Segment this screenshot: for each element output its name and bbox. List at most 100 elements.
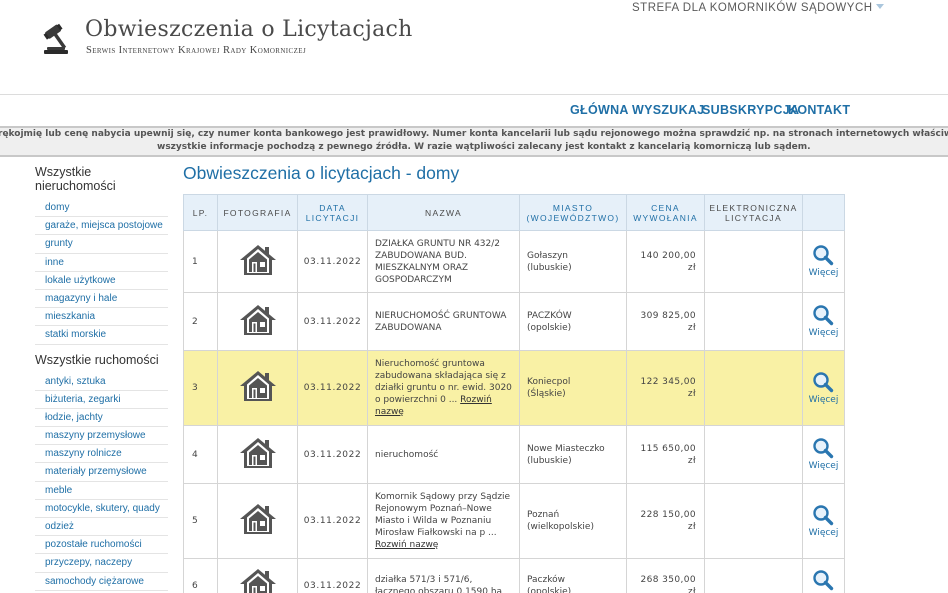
sidebar-item-ruchomosci[interactable]: motocykle, skutery, quady	[35, 500, 168, 518]
sidebar-item-nieruchomosci[interactable]: magazyny i hale	[35, 290, 168, 309]
cell-photo[interactable]	[217, 292, 298, 351]
cell-photo[interactable]	[217, 483, 298, 559]
cell-date: 03.11.2022	[297, 350, 368, 426]
cell-miasto: Gołaszyn (lubuskie)	[519, 230, 627, 293]
sidebar-item-nieruchomosci[interactable]: lokale użytkowe	[35, 272, 168, 290]
main-nav: GŁÓWNA WYSZUKAJ SUBSKRYPCJA KONTAKT	[0, 96, 948, 126]
cell-more[interactable]: Więcej	[802, 483, 845, 559]
more-label[interactable]: Więcej	[809, 328, 839, 338]
sidebar-item-ruchomosci[interactable]: antyki, sztuka	[35, 373, 168, 391]
more-label[interactable]: Więcej	[809, 268, 839, 278]
nazwa-text: nieruchomość	[375, 449, 439, 460]
sidebar-item-nieruchomosci[interactable]: mieszkania	[35, 308, 168, 327]
sidebar-heading-ruchomosci[interactable]: Wszystkie ruchomości	[35, 353, 168, 367]
house-icon[interactable]	[238, 369, 278, 407]
house-icon[interactable]	[238, 567, 278, 593]
cell-cena: 115 650,00 zł	[626, 425, 705, 484]
nav-wyszukaj[interactable]: WYSZUKAJ	[632, 103, 705, 117]
col-header-data[interactable]: Data licytacji	[297, 194, 368, 231]
sidebar-item-ruchomosci[interactable]: meble	[35, 482, 168, 500]
cell-more[interactable]: Więcej	[802, 230, 845, 293]
cell-cena: 122 345,00 zł	[626, 350, 705, 426]
gavel-icon[interactable]	[40, 19, 80, 59]
more-button[interactable]: Więcej	[809, 437, 839, 472]
house-icon[interactable]	[238, 243, 278, 281]
sidebar-item-nieruchomosci[interactable]: grunty	[35, 235, 168, 254]
cell-elektroniczna	[704, 483, 803, 559]
sidebar-item-ruchomosci[interactable]: biżuteria, zegarki	[35, 391, 168, 409]
cell-more[interactable]: Więcej	[802, 558, 845, 593]
sidebar-item-nieruchomosci[interactable]: statki morskie	[35, 326, 168, 345]
col-header-fotografia: Fotografia	[217, 194, 298, 231]
nazwa-text: NIERUCHOMOŚĆ GRUNTOWA ZABUDOWANA	[375, 310, 507, 333]
cell-photo[interactable]	[217, 230, 298, 293]
magnifier-icon[interactable]	[809, 244, 839, 266]
sidebar-item-ruchomosci[interactable]: przyczepy, naczepy	[35, 554, 168, 573]
cell-more[interactable]: Więcej	[802, 292, 845, 351]
more-button[interactable]: Więcej	[809, 304, 839, 339]
sidebar-item-ruchomosci[interactable]: odzież	[35, 518, 168, 537]
table-row[interactable]: 1 03.11.2022 DZIAŁKA GRUNTU NR 432/2 ZABUD…	[183, 230, 845, 293]
nieruchomosci-list: domy garaże, miejsca postojowe grunty inne l…	[35, 199, 168, 345]
col-header-cena[interactable]: Cena wywołania	[626, 194, 705, 231]
magnifier-icon[interactable]	[809, 371, 839, 393]
more-button[interactable]: Więcej	[809, 244, 839, 279]
table-row[interactable]: 6 03.11.2022 działka 571/3 i 571/6, łączne…	[183, 558, 845, 593]
notice-text-line1: rękojmię lub cenę nabycia upewnij się, c…	[0, 129, 948, 139]
warning-notice: rękojmię lub cenę nabycia upewnij się, c…	[0, 126, 948, 157]
more-button[interactable]: Więcej	[809, 569, 839, 593]
site-title[interactable]: Obwieszczenia o Licytacjach	[85, 17, 413, 42]
table-row[interactable]: 3 03.11.2022 Nieruchomość gruntowa zabudow…	[183, 350, 845, 426]
cell-photo[interactable]	[217, 350, 298, 426]
wojewodztwo-name: (lubuskie)	[527, 262, 572, 273]
nav-kontakt[interactable]: KONTAKT	[788, 103, 850, 117]
rozwin-nazwe-link[interactable]: Rozwiń nazwę	[375, 540, 438, 550]
nazwa-text: DZIAŁKA GRUNTU NR 432/2 ZABUDOWANA BUD. …	[375, 238, 501, 285]
sidebar-item-ruchomosci[interactable]: pozostałe ruchomości	[35, 536, 168, 555]
magnifier-icon[interactable]	[809, 569, 839, 591]
magnifier-icon[interactable]	[809, 304, 839, 326]
more-button[interactable]: Więcej	[809, 504, 839, 539]
col-header-miasto[interactable]: Miasto (województwo)	[519, 194, 627, 231]
table-row[interactable]: 4 03.11.2022 nieruchomość Nowe Miasteczko (l…	[183, 425, 845, 484]
sidebar-item-nieruchomosci[interactable]: garaże, miejsca postojowe	[35, 217, 168, 236]
table-header-row: Lp. Fotografia Data licytacji Nazwa Mias…	[183, 194, 845, 231]
magnifier-icon[interactable]	[809, 437, 839, 459]
ruchomosci-list: antyki, sztuka biżuteria, zegarki łodzie, …	[35, 373, 168, 591]
table-row[interactable]: 2 03.11.2022 NIERUCHOMOŚĆ GRUNTOWA ZABUDOW…	[183, 292, 845, 351]
more-button[interactable]: Więcej	[809, 371, 839, 406]
sidebar-heading-nieruchomosci[interactable]: Wszystkie nieruchomości	[35, 165, 168, 193]
nav-subskrypcja[interactable]: SUBSKRYPCJA	[702, 103, 799, 117]
col-header-elektroniczna: Elektroniczna licytacja	[704, 194, 803, 231]
sidebar-item-ruchomosci[interactable]: samochody ciężarowe	[35, 573, 168, 591]
sidebar-item-ruchomosci[interactable]: maszyny rolnicze	[35, 445, 168, 464]
more-label[interactable]: Więcej	[809, 528, 839, 538]
house-icon[interactable]	[238, 436, 278, 474]
sidebar-item-nieruchomosci[interactable]: domy	[35, 199, 168, 218]
magnifier-icon[interactable]	[809, 504, 839, 526]
table-row[interactable]: 5 03.11.2022 Komornik Sądowy przy Sądzie R…	[183, 483, 845, 559]
house-icon[interactable]	[238, 502, 278, 540]
cell-photo[interactable]	[217, 425, 298, 484]
sidebar-item-ruchomosci[interactable]: łodzie, jachty	[35, 409, 168, 428]
col-header-lp: Lp.	[183, 194, 218, 231]
cell-more[interactable]: Więcej	[802, 425, 845, 484]
cell-nazwa: Nieruchomość gruntowa zabudowana składaj…	[367, 350, 520, 426]
cell-miasto: Koniecpol (Śląskie)	[519, 350, 627, 426]
strefa-label: STREFA DLA KOMORNIKÓW SĄDOWYCH	[632, 2, 873, 14]
cell-photo[interactable]	[217, 558, 298, 593]
nav-glowna[interactable]: GŁÓWNA	[570, 103, 629, 117]
sidebar-item-ruchomosci[interactable]: maszyny przemysłowe	[35, 427, 168, 446]
cell-miasto: Paczków (opolskie)	[519, 558, 627, 593]
more-label[interactable]: Więcej	[809, 461, 839, 471]
strefa-komornikow-link[interactable]: STREFA DLA KOMORNIKÓW SĄDOWYCH	[632, 2, 884, 14]
more-label[interactable]: Więcej	[809, 395, 839, 405]
house-icon[interactable]	[238, 303, 278, 341]
sidebar-item-nieruchomosci[interactable]: inne	[35, 254, 168, 272]
cell-elektroniczna	[704, 425, 803, 484]
cell-more[interactable]: Więcej	[802, 350, 845, 426]
sidebar-item-ruchomosci[interactable]: materiały przemysłowe	[35, 463, 168, 482]
col-header-nazwa: Nazwa	[367, 194, 520, 231]
page-header: Obwieszczenia o Licytacjach Serwis Inter…	[0, 0, 948, 95]
cell-date: 03.11.2022	[297, 230, 368, 293]
